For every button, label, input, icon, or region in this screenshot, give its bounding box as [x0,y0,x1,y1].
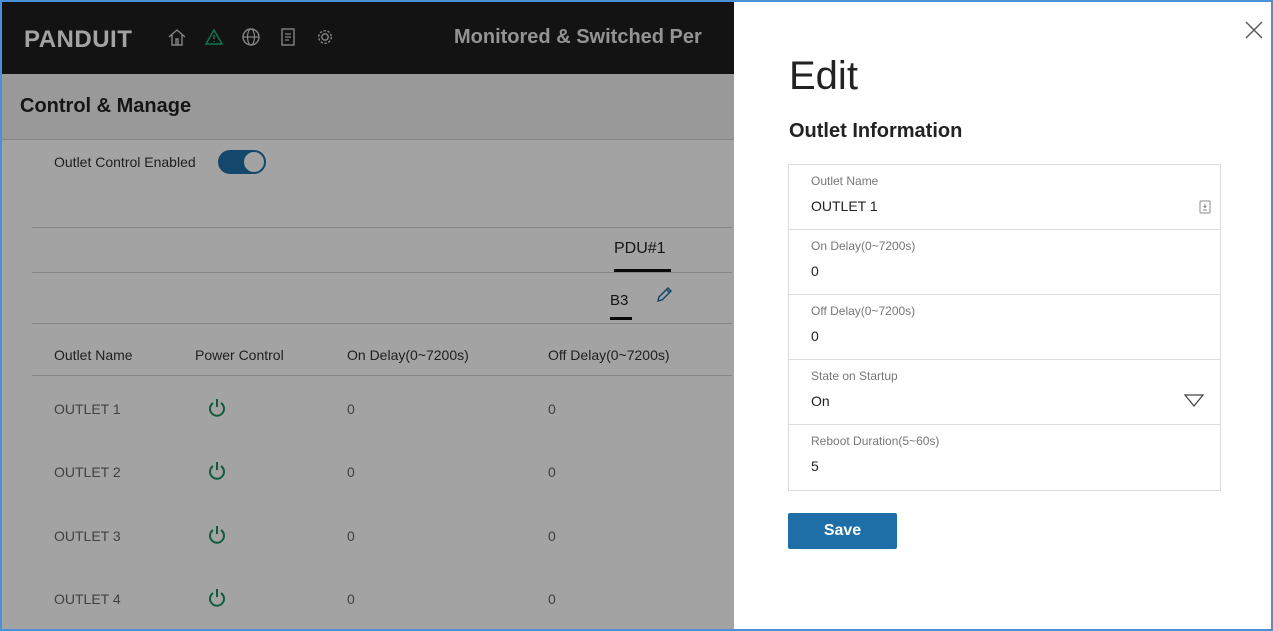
field-label: State on Startup [811,369,898,383]
panel-title: Edit [789,54,858,98]
close-icon[interactable] [1242,18,1266,42]
app-frame: PANDUIT Monitored & Switched Per Control… [0,0,1273,631]
outlet-form: Outlet Name On Delay(0~7200s) Off Delay(… [788,164,1221,491]
reboot-duration-field: Reboot Duration(5~60s) [789,425,1220,490]
field-label: Reboot Duration(5~60s) [811,434,940,448]
on-delay-input[interactable] [811,263,1191,279]
chevron-down-icon[interactable] [1183,394,1205,413]
outlet-name-input[interactable] [811,198,1191,214]
reboot-duration-input[interactable] [811,458,1191,474]
modal-overlay[interactable] [2,2,734,629]
state-on-startup-select[interactable]: On [811,393,1191,409]
outlet-name-field: Outlet Name [789,165,1220,230]
off-delay-input[interactable] [811,328,1191,344]
edit-panel: Edit Outlet Information Outlet Name On D… [734,2,1271,629]
field-label: Off Delay(0~7200s) [811,304,916,318]
field-label: Outlet Name [811,174,879,188]
on-delay-field: On Delay(0~7200s) [789,230,1220,295]
state-on-startup-field[interactable]: State on Startup On [789,360,1220,425]
section-title: Outlet Information [789,120,963,142]
off-delay-field: Off Delay(0~7200s) [789,295,1220,360]
field-label: On Delay(0~7200s) [811,239,916,253]
input-autofill-icon [1198,199,1212,220]
save-button[interactable]: Save [788,513,897,549]
